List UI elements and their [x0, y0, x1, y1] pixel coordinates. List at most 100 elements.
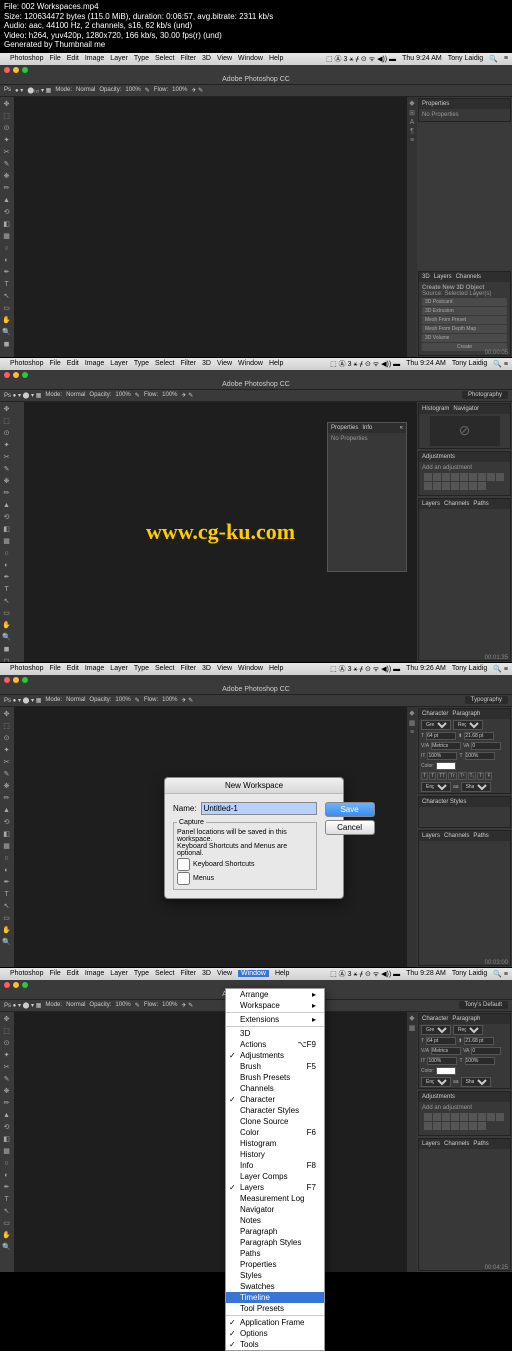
menu-item-timeline[interactable]: Timeline — [226, 1292, 324, 1303]
save-button[interactable]: Save — [325, 802, 375, 817]
workspace-badge[interactable]: Tony's Default — [459, 1001, 509, 1009]
floating-properties[interactable]: PropertiesInfo« No Properties — [327, 422, 407, 572]
menu-item-actions[interactable]: Actions⌥F9 — [226, 1039, 324, 1050]
airbrush-icon[interactable]: ✈ ✎ — [191, 87, 203, 94]
menu-3d[interactable]: 3D — [202, 55, 211, 62]
dodge-tool[interactable]: ◐ — [1, 255, 12, 266]
menu-item-histogram[interactable]: Histogram — [226, 1138, 324, 1149]
menu-item-brush[interactable]: BrushF5 — [226, 1061, 324, 1072]
color-swatch[interactable] — [436, 762, 456, 770]
mesh-preset[interactable]: Mesh From Preset — [422, 316, 507, 324]
pen-tool[interactable]: ✒ — [1, 267, 12, 278]
brush-tool[interactable]: ✏ — [1, 183, 12, 194]
workspace-badge[interactable]: Typography — [465, 696, 508, 704]
menu-item-channels[interactable]: Channels — [226, 1083, 324, 1094]
menu-item-layers[interactable]: LayersF7 — [226, 1182, 324, 1193]
menu-view[interactable]: View — [217, 55, 232, 62]
history-tool[interactable]: ⟲ — [1, 207, 12, 218]
panel-icon[interactable]: A — [408, 119, 416, 126]
ps-icon[interactable]: Ps — [4, 87, 11, 93]
panel-icon[interactable]: ◆ — [408, 99, 416, 107]
menu-item-character[interactable]: Character — [226, 1094, 324, 1105]
move-tool[interactable]: ✥ — [1, 99, 12, 110]
menu-photoshop[interactable]: Photoshop — [10, 55, 43, 62]
menu-type[interactable]: Type — [134, 55, 149, 62]
mesh-depth[interactable]: Mesh From Depth Map — [422, 325, 507, 333]
menu-select[interactable]: Select — [155, 55, 174, 62]
menu-item-measurement-log[interactable]: Measurement Log — [226, 1193, 324, 1204]
heal-tool[interactable]: ❋ — [1, 171, 12, 182]
wand-tool[interactable]: ✦ — [1, 135, 12, 146]
menu-item-color[interactable]: ColorF6 — [226, 1127, 324, 1138]
menu-window-open[interactable]: Window — [238, 970, 269, 977]
3d-volume[interactable]: 3D Volume — [422, 334, 507, 342]
zoom-tool[interactable]: 🔍 — [1, 327, 12, 338]
menu-filter[interactable]: Filter — [180, 55, 196, 62]
menu-item-notes[interactable]: Notes — [226, 1215, 324, 1226]
canvas[interactable]: www.cg-ku.com PropertiesInfo« No Propert… — [24, 402, 417, 662]
canvas[interactable] — [14, 1012, 407, 1272]
menu-item-paragraph[interactable]: Paragraph — [226, 1226, 324, 1237]
menu-item-brush-presets[interactable]: Brush Presets — [226, 1072, 324, 1083]
menu-item-extensions[interactable]: Extensions▸ — [226, 1014, 324, 1025]
menu-window[interactable]: Window — [238, 55, 263, 62]
close-button[interactable] — [4, 67, 10, 73]
kb-shortcuts-check[interactable] — [177, 858, 190, 871]
menu-item-properties[interactable]: Properties — [226, 1259, 324, 1270]
shape-tool[interactable]: ▭ — [1, 303, 12, 314]
gradient-tool[interactable]: ▦ — [1, 231, 12, 242]
panel-icon[interactable]: ⊞ — [408, 109, 416, 117]
eraser-tool[interactable]: ◧ — [1, 219, 12, 230]
menu-item-paragraph-styles[interactable]: Paragraph Styles — [226, 1237, 324, 1248]
panel-icon[interactable]: ≡ — [408, 137, 416, 144]
lasso-tool[interactable]: ⊙ — [1, 123, 12, 134]
workspace-badge[interactable]: Photography — [462, 391, 508, 399]
path-tool[interactable]: ↖ — [1, 291, 12, 302]
crop-tool[interactable]: ✂ — [1, 147, 12, 158]
colors[interactable]: ◼ — [1, 339, 12, 350]
menu-item-info[interactable]: InfoF8 — [226, 1160, 324, 1171]
menu-file[interactable]: File — [49, 55, 60, 62]
hand-tool[interactable]: ✋ — [1, 315, 12, 326]
tool-preset[interactable]: ⬤₍₂₎ ▾ ▦ — [27, 87, 51, 94]
menu-item-application-frame[interactable]: Application Frame — [226, 1317, 324, 1328]
menu-item-character-styles[interactable]: Character Styles — [226, 1105, 324, 1116]
opacity-value[interactable]: 100% — [125, 87, 140, 93]
notif-icon[interactable]: ≡ — [504, 55, 508, 62]
menu-item-options[interactable]: Options — [226, 1328, 324, 1339]
menu-item-3d[interactable]: 3D — [226, 1028, 324, 1039]
workspace-name-input[interactable] — [201, 802, 317, 815]
menu-item-tools[interactable]: Tools — [226, 1339, 324, 1350]
eyedrop-tool[interactable]: ✎ — [1, 159, 12, 170]
panel-icon[interactable]: ¶ — [408, 128, 416, 135]
canvas[interactable]: New Workspace Name: Capture Panel locati… — [14, 707, 407, 967]
blur-tool[interactable]: ○ — [1, 243, 12, 254]
3d-extrusion[interactable]: 3D Extrusion — [422, 307, 507, 315]
flow-value[interactable]: 100% — [172, 87, 187, 93]
menu-layer[interactable]: Layer — [110, 55, 128, 62]
menus-check[interactable] — [177, 872, 190, 885]
pressure-icon[interactable]: ✎ — [145, 87, 150, 94]
menu-item-clone-source[interactable]: Clone Source — [226, 1116, 324, 1127]
menu-item-swatches[interactable]: Swatches — [226, 1281, 324, 1292]
menu-item-paths[interactable]: Paths — [226, 1248, 324, 1259]
menu-item-adjustments[interactable]: Adjustments — [226, 1050, 324, 1061]
mode-select[interactable]: Normal — [76, 87, 95, 93]
menu-item-arrange[interactable]: Arrange▸ — [226, 989, 324, 1000]
menu-item-tool-presets[interactable]: Tool Presets — [226, 1303, 324, 1314]
menu-item-navigator[interactable]: Navigator — [226, 1204, 324, 1215]
menu-image[interactable]: Image — [85, 55, 104, 62]
canvas[interactable] — [14, 97, 407, 357]
marquee-tool[interactable]: ⬚ — [1, 111, 12, 122]
menu-item-history[interactable]: History — [226, 1149, 324, 1160]
minimize-button[interactable] — [13, 67, 19, 73]
zoom-button[interactable] — [22, 67, 28, 73]
menu-item-workspace[interactable]: Workspace▸ — [226, 1000, 324, 1011]
menu-item-styles[interactable]: Styles — [226, 1270, 324, 1281]
menu-edit[interactable]: Edit — [67, 55, 79, 62]
3d-postcard[interactable]: 3D Postcard — [422, 298, 507, 306]
cancel-button[interactable]: Cancel — [325, 820, 375, 835]
brush-preset[interactable]: ● ▾ — [15, 87, 23, 94]
type-tool[interactable]: T — [1, 279, 12, 290]
stamp-tool[interactable]: ▲ — [1, 195, 12, 206]
